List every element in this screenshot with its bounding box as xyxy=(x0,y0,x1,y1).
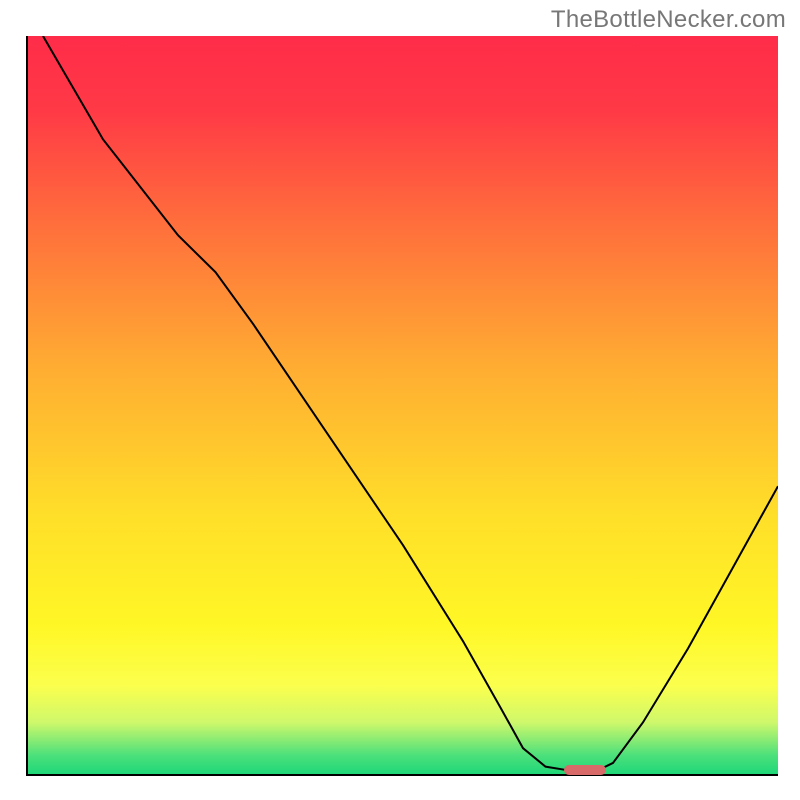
chart-plot-area xyxy=(26,36,778,776)
optimal-range-marker xyxy=(564,765,605,775)
chart-frame: TheBottleNecker.com xyxy=(0,0,800,800)
bottleneck-curve xyxy=(28,36,778,774)
watermark-text: TheBottleNecker.com xyxy=(551,6,786,34)
